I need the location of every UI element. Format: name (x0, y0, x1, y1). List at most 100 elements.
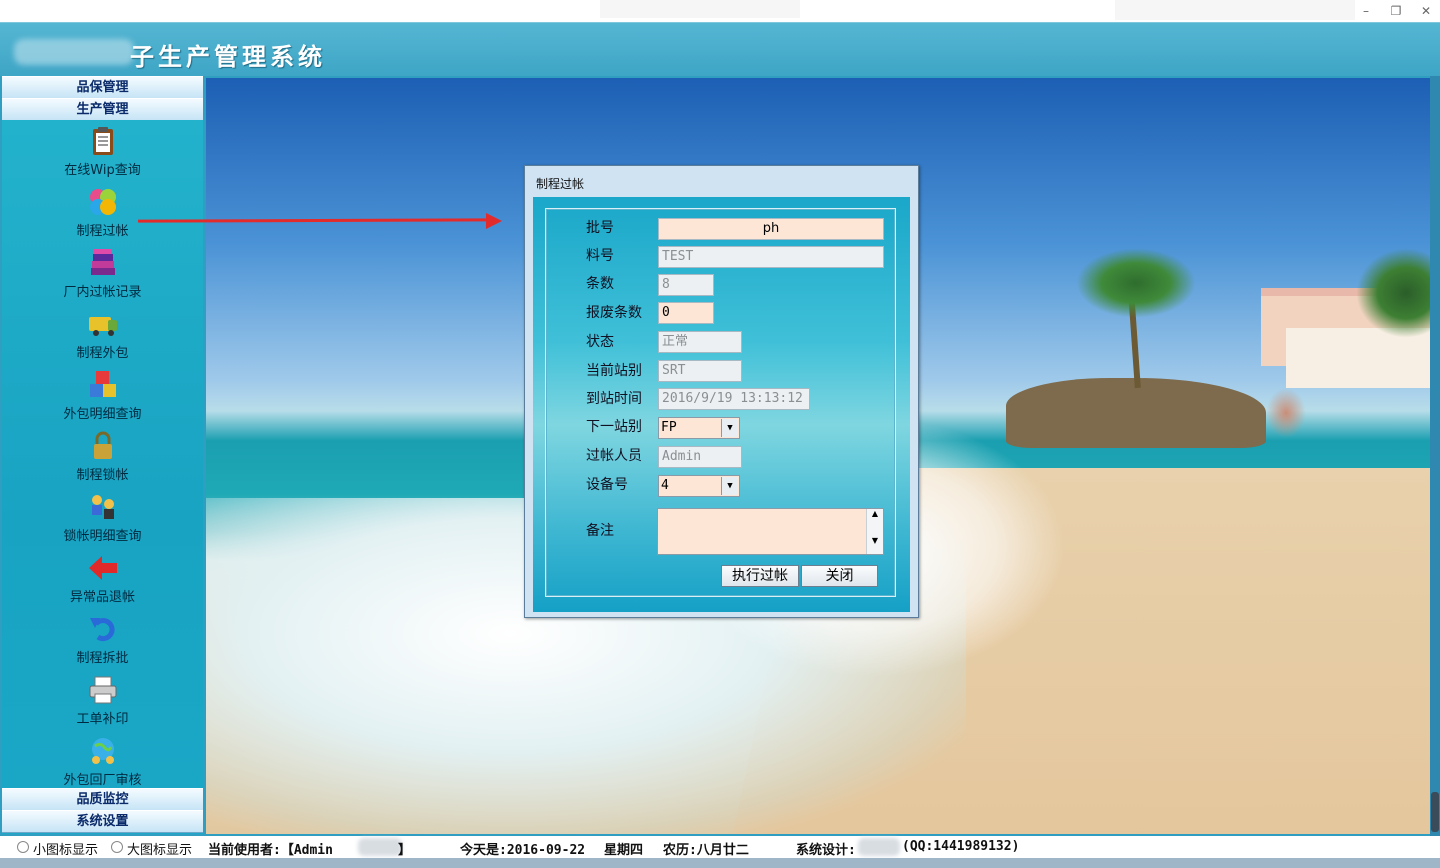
sidebar-item-label: 外包回厂审核 (63, 773, 142, 788)
palm-leaves (1076, 248, 1196, 318)
printer-icon (89, 676, 116, 704)
count-input[interactable]: 8 (658, 274, 714, 296)
small-icons-radio[interactable] (17, 841, 29, 853)
batch-label: 批号 (586, 220, 614, 236)
blocks-icon (89, 371, 116, 397)
remark-label: 备注 (586, 523, 614, 539)
next-station-value: FP (661, 420, 677, 435)
minimize-button[interactable]: – (1354, 2, 1378, 20)
sidebar-item-outsourcing[interactable]: 制程外包 (2, 307, 203, 367)
large-icons-radio[interactable] (111, 841, 123, 853)
sidebar-section-system-settings[interactable]: 系统设置 (2, 810, 203, 833)
beach-people (1266, 388, 1306, 438)
logo-blur (14, 39, 134, 65)
truck-icon (88, 317, 117, 336)
close-button[interactable]: ✕ (1414, 2, 1438, 20)
status-input[interactable]: 正常 (658, 331, 742, 353)
designer-qq: (QQ:1441989132) (902, 839, 1020, 854)
lunar-date: 农历:八月廿二 (663, 843, 749, 858)
clipboard-icon (92, 127, 113, 155)
sidebar-item-lock-details[interactable]: 锁帐明细查询 (2, 490, 203, 550)
sidebar: 品保管理 生产管理 在线Wip查询 制程过帐 厂内过帐记录 制程外包 外包明细查… (2, 76, 203, 834)
operator-input[interactable]: Admin (658, 446, 742, 468)
annotation-arrow-head (486, 213, 502, 229)
right-scrollbar-thumb[interactable] (1431, 792, 1439, 832)
padlock-icon (93, 431, 112, 459)
today-date: 今天是:2016-09-22 (460, 843, 586, 858)
lock-users-icon (91, 495, 114, 519)
right-edge (1430, 76, 1440, 836)
status-label: 状态 (586, 334, 614, 350)
sidebar-item-label: 制程外包 (76, 346, 129, 361)
small-icons-label: 小图标显示 (33, 843, 99, 858)
title-blur (600, 0, 800, 18)
chevron-down-icon[interactable]: ▼ (721, 419, 738, 437)
count-label: 条数 (586, 276, 614, 292)
sidebar-section-quality-assurance[interactable]: 品保管理 (2, 76, 203, 99)
sidebar-item-process-lock[interactable]: 制程锁帐 (2, 429, 203, 489)
current-station-label: 当前站别 (586, 363, 642, 379)
device-value: 4 (661, 478, 669, 493)
undo-arrow-icon (89, 618, 115, 642)
dialog-title: 制程过帐 (536, 177, 585, 191)
next-station-select[interactable]: FP ▼ (658, 417, 740, 439)
material-input[interactable]: TEST (658, 246, 884, 268)
sidebar-item-online-wip[interactable]: 在线Wip查询 (2, 124, 203, 184)
material-label: 料号 (586, 248, 614, 264)
remark-textarea[interactable]: ▲ ▼ (657, 508, 884, 555)
app-header: 子生产管理系统 (0, 22, 1440, 77)
sidebar-item-defect-return[interactable]: 异常品退帐 (2, 551, 203, 611)
current-station-input[interactable]: SRT (658, 360, 742, 382)
next-station-label: 下一站别 (586, 419, 642, 435)
sidebar-item-label: 厂内过帐记录 (63, 285, 142, 300)
sidebar-item-work-order-reprint[interactable]: 工单补印 (2, 673, 203, 733)
taskbar (0, 858, 1440, 868)
colorful-pinwheel-icon (89, 189, 116, 215)
sidebar-item-label: 制程拆批 (76, 651, 129, 666)
app-title: 子生产管理系统 (130, 42, 326, 71)
current-user: 当前使用者:【Admin (208, 843, 333, 858)
process-posting-dialog: 制程过帐 批号 ph 料号 TEST 条数 8 报废条数 0 状态 正常 当前站… (524, 165, 919, 618)
sidebar-section-production[interactable]: 生产管理 (2, 98, 203, 121)
sidebar-item-label: 制程锁帐 (76, 468, 129, 483)
large-icons-label: 大图标显示 (127, 843, 193, 858)
operator-label: 过帐人员 (586, 448, 642, 464)
sidebar-section-quality-monitor[interactable]: 品质监控 (2, 788, 203, 811)
sidebar-item-outsourcing-return-review[interactable]: 外包回厂审核 (2, 734, 203, 788)
status-bar: 小图标显示 大图标显示 当前使用者:【Admin 】 今天是:2016-09-2… (0, 836, 1440, 858)
red-left-arrow-icon (88, 556, 117, 580)
batch-input[interactable]: ph (658, 218, 884, 240)
execute-posting-button[interactable]: 执行过帐 (721, 565, 799, 587)
dialog-form-box: 批号 ph 料号 TEST 条数 8 报废条数 0 状态 正常 当前站别 SRT… (545, 208, 896, 597)
dialog-body: 批号 ph 料号 TEST 条数 8 报废条数 0 状态 正常 当前站别 SRT… (533, 197, 910, 612)
rock-island (1006, 378, 1266, 448)
sidebar-item-posting-records[interactable]: 厂内过帐记录 (2, 246, 203, 306)
arrival-time-label: 到站时间 (586, 391, 642, 407)
scrap-count-input[interactable]: 0 (658, 302, 714, 324)
designer-blur (858, 838, 900, 856)
designer-label: 系统设计: (796, 843, 856, 858)
scrap-count-label: 报废条数 (586, 305, 642, 321)
sidebar-item-label: 工单补印 (76, 712, 129, 727)
sidebar-item-process-posting[interactable]: 制程过帐 (2, 185, 203, 245)
books-icon (90, 249, 115, 275)
globe-users-icon (91, 738, 114, 764)
chevron-down-icon[interactable]: ▼ (721, 477, 738, 495)
sidebar-item-outsourcing-details[interactable]: 外包明细查询 (2, 368, 203, 428)
sidebar-item-label: 外包明细查询 (63, 407, 142, 422)
close-dialog-button[interactable]: 关闭 (801, 565, 878, 587)
remark-scrollbar[interactable]: ▲ ▼ (866, 509, 883, 554)
device-select[interactable]: 4 ▼ (658, 475, 740, 497)
sidebar-item-label: 在线Wip查询 (64, 163, 141, 178)
arrival-time-input[interactable]: 2016/9/19 13:13:12 (658, 388, 810, 410)
device-label: 设备号 (586, 477, 628, 493)
window-titlebar: – ❐ ✕ (0, 0, 1440, 22)
weekday: 星期四 (604, 843, 644, 858)
current-user-end: 】 (398, 843, 412, 858)
sidebar-item-label: 锁帐明细查询 (63, 529, 142, 544)
restore-button[interactable]: ❐ (1384, 2, 1408, 20)
sidebar-item-label: 异常品退帐 (69, 590, 135, 605)
sidebar-item-label: 制程过帐 (76, 224, 129, 239)
sidebar-item-process-split[interactable]: 制程拆批 (2, 612, 203, 672)
palm-leaves-2 (1356, 248, 1430, 338)
